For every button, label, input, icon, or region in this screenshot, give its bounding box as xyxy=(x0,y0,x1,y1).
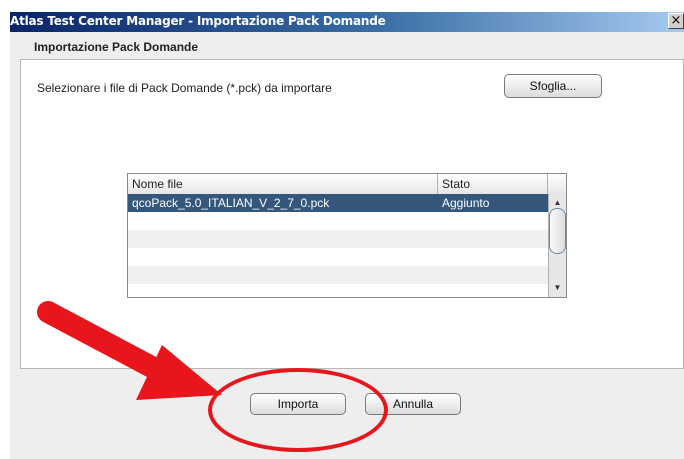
red-arrow-annotation xyxy=(37,301,222,400)
